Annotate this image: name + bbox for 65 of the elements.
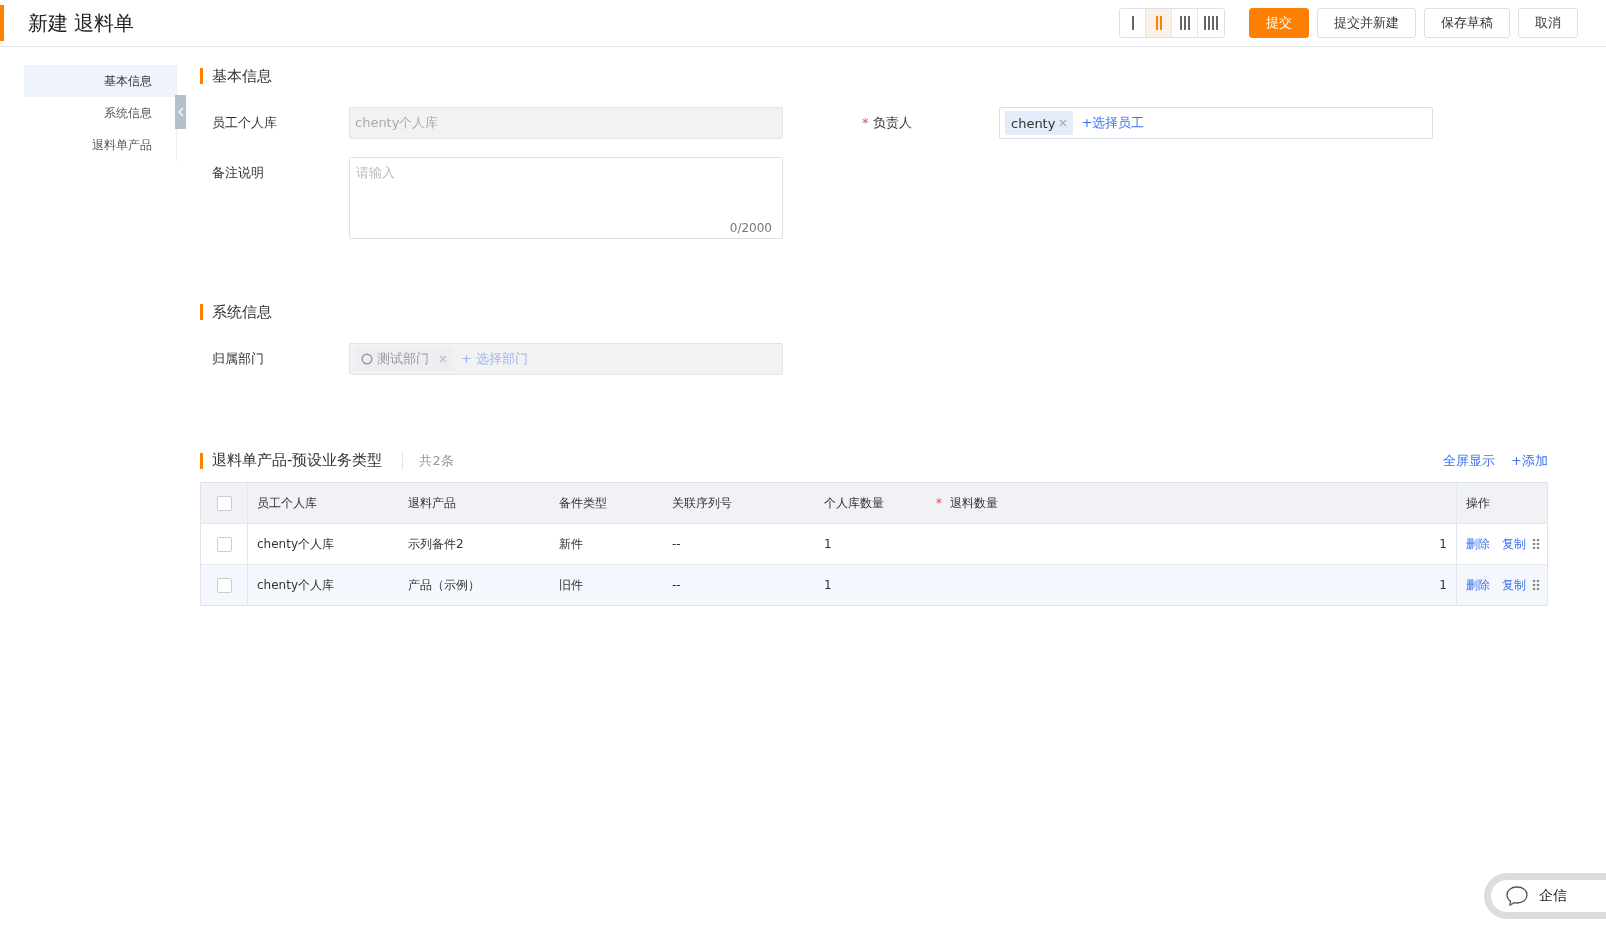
table-cell-text: 产品（示例） [407, 576, 481, 594]
table-cell-text: 1 [823, 577, 833, 594]
table-cell-text: 旧件 [558, 576, 584, 594]
field-label: 备注说明 [211, 164, 265, 182]
field-label: 员工个人库 [211, 114, 278, 132]
department-tag: 测试部门 [355, 347, 453, 371]
required-mark: * [936, 496, 942, 510]
required-mark: * [862, 115, 869, 130]
record-count: 共2条 [402, 451, 454, 470]
row-action-link[interactable]: 复制 [1502, 535, 1526, 553]
column-label: 备件类型 [559, 494, 607, 512]
column-label: 退料产品 [408, 494, 456, 512]
collapse-handle[interactable] [175, 95, 186, 129]
chevron-left-icon [177, 107, 184, 117]
action-button[interactable]: 取消 [1518, 8, 1578, 38]
column-label: 退料数量 [950, 494, 998, 512]
chat-bubble-icon [1505, 885, 1529, 907]
table-cell-text: -- [671, 577, 682, 594]
character-counter: 0/2000 [729, 221, 772, 235]
row-action-link[interactable]: 删除 [1466, 576, 1490, 594]
select-all-checkbox[interactable] [216, 495, 232, 511]
table-action-link[interactable]: +添加 [1511, 451, 1548, 470]
table-cell-text: 1 [823, 536, 833, 553]
submit-button[interactable]: 提交 [1249, 8, 1309, 38]
placeholder-text: 请输入 [356, 165, 395, 180]
chat-label: 企信 [1539, 887, 1567, 905]
drag-handle-icon[interactable] [1532, 579, 1540, 591]
section-title: 基本信息 [212, 66, 272, 86]
employee-select-field[interactable]: chenty +选择员工 [999, 107, 1433, 139]
column-label: 个人库数量 [824, 494, 884, 512]
row-action-link[interactable]: 删除 [1466, 535, 1490, 553]
row-checkbox[interactable] [216, 577, 232, 593]
table-cell-text: 新件 [558, 535, 584, 553]
section-title: 退料单产品-预设业务类型 [212, 451, 383, 470]
table-cell-text: chenty个人库 [256, 576, 335, 594]
bars-icon [1178, 16, 1191, 30]
drag-handle-icon[interactable] [1532, 538, 1540, 550]
table-cell-text: 示列备件2 [407, 535, 465, 553]
sidebar-item[interactable]: 系统信息 [24, 97, 176, 129]
employee-tag: chenty [1005, 111, 1074, 135]
section-title: 系统信息 [212, 302, 272, 322]
row-action-link[interactable]: 复制 [1502, 576, 1526, 594]
remark-textarea[interactable]: 请输入 0/2000 [349, 157, 783, 239]
column-layout-button[interactable] [1120, 9, 1146, 37]
sidebar-item[interactable]: 退料单产品 [24, 129, 176, 161]
chat-widget[interactable]: 企信 [1484, 873, 1606, 919]
sidebar-item[interactable]: 基本信息 [24, 65, 176, 97]
table-cell-text: -- [671, 536, 682, 553]
bars-icon [1154, 16, 1163, 30]
bars-icon [1203, 16, 1219, 30]
column-label: 员工个人库 [257, 494, 317, 512]
field-label: 归属部门 [211, 350, 265, 368]
select-employee-link[interactable]: +选择员工 [1081, 114, 1145, 132]
action-button[interactable]: 提交并新建 [1317, 8, 1416, 38]
row-checkbox[interactable] [216, 536, 232, 552]
column-label: 操作 [1466, 494, 1490, 512]
table-cell-text: chenty个人库 [256, 535, 335, 553]
circle-icon [361, 353, 373, 365]
action-button[interactable]: 保存草稿 [1424, 8, 1510, 38]
table-cell: 1 [927, 565, 1457, 605]
close-icon[interactable] [1059, 119, 1068, 127]
table-action-link[interactable]: 全屏显示 [1443, 451, 1496, 470]
page-title: 新建 退料单 [28, 9, 136, 37]
field-label: * 负责人 [861, 114, 913, 132]
column-label: 关联序列号 [672, 494, 732, 512]
